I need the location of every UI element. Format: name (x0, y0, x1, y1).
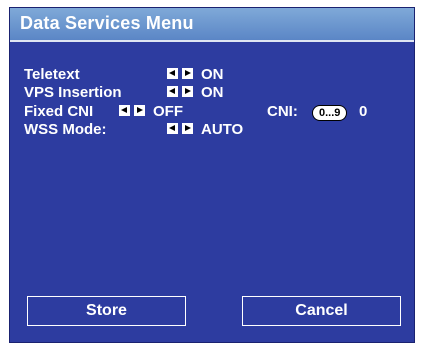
cni-label: CNI: (267, 103, 298, 120)
fixed-cni-label: Fixed CNI (24, 103, 94, 120)
data-services-menu-window: Data Services Menu Teletext ON VPS Inser… (9, 7, 415, 343)
title-bar: Data Services Menu (10, 8, 414, 42)
vps-insertion-right-arrow-icon[interactable] (182, 86, 193, 97)
teletext-value: ON (201, 66, 224, 83)
window-title: Data Services Menu (20, 13, 194, 33)
fixed-cni-arrows (119, 105, 149, 119)
teletext-arrows (167, 68, 197, 82)
setting-row-teletext: Teletext ON (24, 66, 404, 84)
teletext-right-arrow-icon[interactable] (182, 68, 193, 79)
wss-mode-left-arrow-icon[interactable] (167, 123, 178, 134)
wss-mode-right-arrow-icon[interactable] (182, 123, 193, 134)
setting-row-wss-mode: WSS Mode: AUTO (24, 121, 404, 139)
setting-row-vps-insertion: VPS Insertion ON (24, 84, 404, 102)
fixed-cni-left-arrow-icon[interactable] (119, 105, 130, 116)
wss-mode-value: AUTO (201, 121, 244, 138)
vps-insertion-label: VPS Insertion (24, 84, 122, 101)
teletext-left-arrow-icon[interactable] (167, 68, 178, 79)
store-button[interactable]: Store (27, 296, 186, 326)
teletext-label: Teletext (24, 66, 80, 83)
wss-mode-arrows (167, 123, 197, 137)
cancel-button[interactable]: Cancel (242, 296, 401, 326)
fixed-cni-value: OFF (153, 103, 183, 120)
fixed-cni-right-arrow-icon[interactable] (134, 105, 145, 116)
cni-digit-input[interactable]: 0...9 (312, 105, 348, 121)
cni-value: 0 (359, 103, 368, 120)
vps-insertion-arrows (167, 86, 197, 100)
vps-insertion-value: ON (201, 84, 224, 101)
setting-row-fixed-cni: Fixed CNI OFF CNI: 0...9 0 (24, 103, 404, 121)
wss-mode-label: WSS Mode: (24, 121, 107, 138)
vps-insertion-left-arrow-icon[interactable] (167, 86, 178, 97)
